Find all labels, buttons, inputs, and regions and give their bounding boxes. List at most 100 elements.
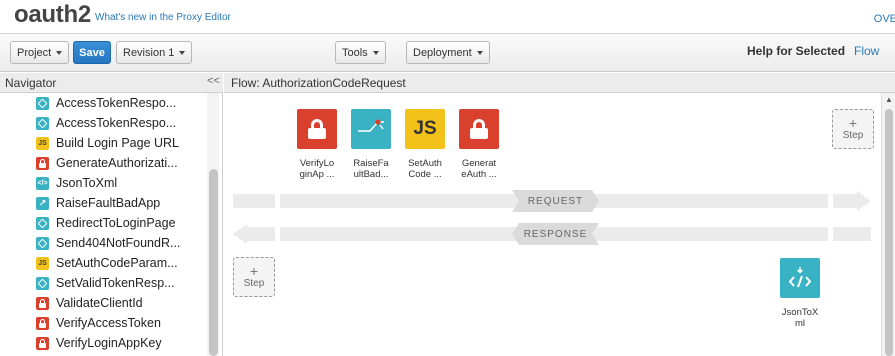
raise-fault-icon	[358, 119, 384, 132]
request-lane-left	[233, 194, 275, 208]
save-label: Save	[79, 46, 105, 59]
deployment-label: Deployment	[413, 46, 472, 59]
navigator-panel: AccessTokenRespo... AccessTokenRespo... …	[0, 93, 223, 356]
list-item[interactable]: SetValidTokenResp...	[36, 273, 180, 293]
step-label: Step	[842, 130, 864, 141]
overview-link[interactable]: OVE	[874, 13, 895, 25]
help-topic-link[interactable]: Flow	[854, 44, 879, 58]
response-lane-label: RESPONSE	[512, 223, 599, 245]
list-item-label: VerifyAccessToken	[56, 316, 161, 330]
navigator-header: Navigator <<	[0, 73, 223, 93]
list-item[interactable]: </> JsonToXml	[36, 173, 180, 193]
list-item[interactable]: VerifyAccessToken	[36, 313, 180, 333]
title-bar: oauth2 What's new in the Proxy Editor OV…	[0, 0, 895, 32]
add-request-step-button[interactable]: + Step	[832, 109, 874, 149]
flow-scrollbar[interactable]: ▲	[881, 93, 895, 356]
list-item[interactable]: AccessTokenRespo...	[36, 113, 180, 133]
proxy-name-title: oauth2	[14, 1, 91, 28]
help-for-selected-label: Help for Selected	[747, 44, 846, 58]
oauth-lock-icon	[308, 119, 326, 139]
step-label: Step	[243, 278, 265, 289]
chevron-down-icon	[56, 50, 63, 55]
list-item[interactable]: GenerateAuthorizati...	[36, 153, 180, 173]
list-item[interactable]: JS Build Login Page URL	[36, 133, 180, 153]
policy-list: AccessTokenRespo... AccessTokenRespo... …	[36, 93, 180, 353]
policy-verify-login-app-key[interactable]	[297, 109, 337, 149]
list-item-label: Send404NotFoundR...	[56, 236, 181, 250]
tools-dropdown-button[interactable]: Tools	[335, 41, 386, 64]
add-response-step-button[interactable]: + Step	[233, 257, 275, 297]
flow-canvas: JS VerifyLo ginAp ... RaiseFa ultBad... Se…	[224, 93, 880, 356]
chevron-down-icon	[179, 50, 186, 55]
policy-label: SetAuth Code ...	[408, 158, 442, 180]
assign-message-icon	[36, 216, 49, 230]
list-item[interactable]: JS SetAuthCodeParam...	[36, 253, 180, 273]
request-lane-label: REQUEST	[512, 190, 599, 212]
request-arrow-right-icon	[857, 191, 871, 211]
list-item-label: SetAuthCodeParam...	[56, 256, 178, 270]
oauth-lock-icon	[36, 316, 49, 330]
response-lane-left	[247, 227, 275, 241]
navigator-title: Navigator	[5, 76, 57, 90]
oauth-lock-icon	[36, 156, 49, 170]
list-item[interactable]: ↗ RaiseFaultBadApp	[36, 193, 180, 213]
revision-label: Revision 1	[123, 46, 175, 59]
oauth-lock-icon	[470, 119, 488, 139]
javascript-icon: JS	[36, 136, 49, 150]
list-item-label: ValidateClientId	[56, 296, 143, 310]
project-dropdown-button[interactable]: Project	[10, 41, 70, 64]
tools-label: Tools	[342, 46, 368, 59]
list-item[interactable]: RedirectToLoginPage	[36, 213, 180, 233]
assign-message-icon	[36, 276, 49, 290]
save-button[interactable]: Save	[73, 41, 111, 64]
json-to-xml-icon: </>	[36, 176, 49, 190]
policy-label: VerifyLo ginAp ...	[299, 158, 335, 180]
navigator-scrollbar-thumb[interactable]	[209, 169, 218, 356]
flow-header: Flow: AuthorizationCodeRequest	[224, 73, 895, 93]
list-item-label: SetValidTokenResp...	[56, 276, 175, 290]
response-arrow-left-icon	[233, 224, 247, 244]
list-item[interactable]: ValidateClientId	[36, 293, 180, 313]
deployment-dropdown-button[interactable]: Deployment	[406, 41, 490, 64]
assign-message-icon	[36, 116, 49, 130]
list-item-label: RedirectToLoginPage	[56, 216, 176, 230]
javascript-icon: JS	[36, 256, 49, 270]
flow-title: Flow: AuthorizationCodeRequest	[231, 76, 406, 90]
chevron-down-icon	[372, 50, 379, 55]
chevron-down-icon	[476, 50, 483, 55]
collapse-navigator-icon[interactable]: <<	[207, 75, 220, 87]
flow-scrollbar-thumb[interactable]	[885, 109, 893, 356]
policy-label: JsonToX ml	[781, 307, 819, 329]
policy-raise-fault[interactable]	[351, 109, 391, 149]
policy-json-to-xml[interactable]	[780, 258, 820, 298]
project-label: Project	[17, 46, 52, 59]
list-item-label: GenerateAuthorizati...	[56, 156, 178, 170]
list-item[interactable]: VerifyLoginAppKey	[36, 333, 180, 353]
whats-new-link[interactable]: What's new in the Proxy Editor	[95, 12, 231, 23]
json-to-xml-icon	[788, 267, 812, 288]
raise-fault-icon: ↗	[36, 196, 49, 210]
plus-icon: +	[249, 263, 259, 279]
policy-set-auth-code[interactable]: JS	[405, 109, 445, 149]
list-item-label: JsonToXml	[56, 176, 118, 190]
policy-generate-auth-code[interactable]	[459, 109, 499, 149]
assign-message-icon	[36, 96, 49, 110]
oauth-lock-icon	[36, 296, 49, 310]
list-item-label: Build Login Page URL	[56, 136, 179, 150]
plus-icon: +	[848, 115, 858, 131]
response-lane-right	[833, 227, 871, 241]
policy-label: RaiseFa ultBad...	[353, 158, 389, 180]
policy-label: Generat eAuth ...	[461, 158, 497, 180]
request-lane-right	[833, 194, 857, 208]
list-item-label: AccessTokenRespo...	[56, 96, 177, 110]
list-item-label: RaiseFaultBadApp	[56, 196, 161, 210]
list-item[interactable]: Send404NotFoundR...	[36, 233, 180, 253]
list-item-label: VerifyLoginAppKey	[56, 336, 162, 350]
javascript-icon: JS	[413, 118, 437, 139]
oauth-lock-icon	[36, 336, 49, 350]
scroll-up-icon[interactable]: ▲	[885, 95, 893, 104]
assign-message-icon	[36, 236, 49, 250]
list-item[interactable]: AccessTokenRespo...	[36, 93, 180, 113]
revision-dropdown-button[interactable]: Revision 1	[116, 41, 193, 64]
list-item-label: AccessTokenRespo...	[56, 116, 177, 130]
